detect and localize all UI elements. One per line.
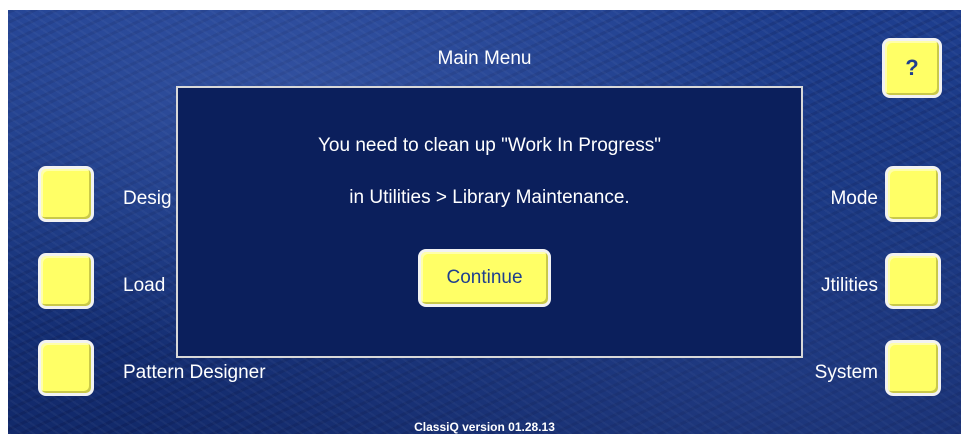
system-button[interactable]: [885, 340, 941, 396]
dialog-message-line2: in Utilities > Library Maintenance.: [349, 187, 630, 208]
load-button[interactable]: [38, 253, 94, 309]
design-button[interactable]: [38, 166, 94, 222]
pattern-designer-label: Pattern Designer: [123, 362, 266, 383]
design-label: Desig: [123, 188, 172, 209]
continue-button[interactable]: Continue: [418, 249, 551, 307]
load-label: Load: [123, 275, 166, 296]
pattern-designer-button[interactable]: [38, 340, 94, 396]
mode-label: Mode: [830, 188, 878, 209]
utilities-button[interactable]: [885, 253, 941, 309]
mode-button[interactable]: [885, 166, 941, 222]
message-dialog: You need to clean up "Work In Progress" …: [176, 86, 803, 358]
dialog-message-line1: You need to clean up "Work In Progress": [317, 135, 662, 156]
system-label: System: [814, 362, 878, 383]
page-title: Main Menu: [437, 48, 532, 69]
utilities-label: Jtilities: [820, 275, 878, 296]
help-button[interactable]: ?: [882, 38, 942, 98]
question-mark-icon: ?: [905, 55, 919, 80]
version-text: ClassiQ version 01.28.13: [414, 420, 555, 434]
main-menu-screen: Main Menu ? Desig Load Pattern Designer …: [8, 10, 961, 434]
